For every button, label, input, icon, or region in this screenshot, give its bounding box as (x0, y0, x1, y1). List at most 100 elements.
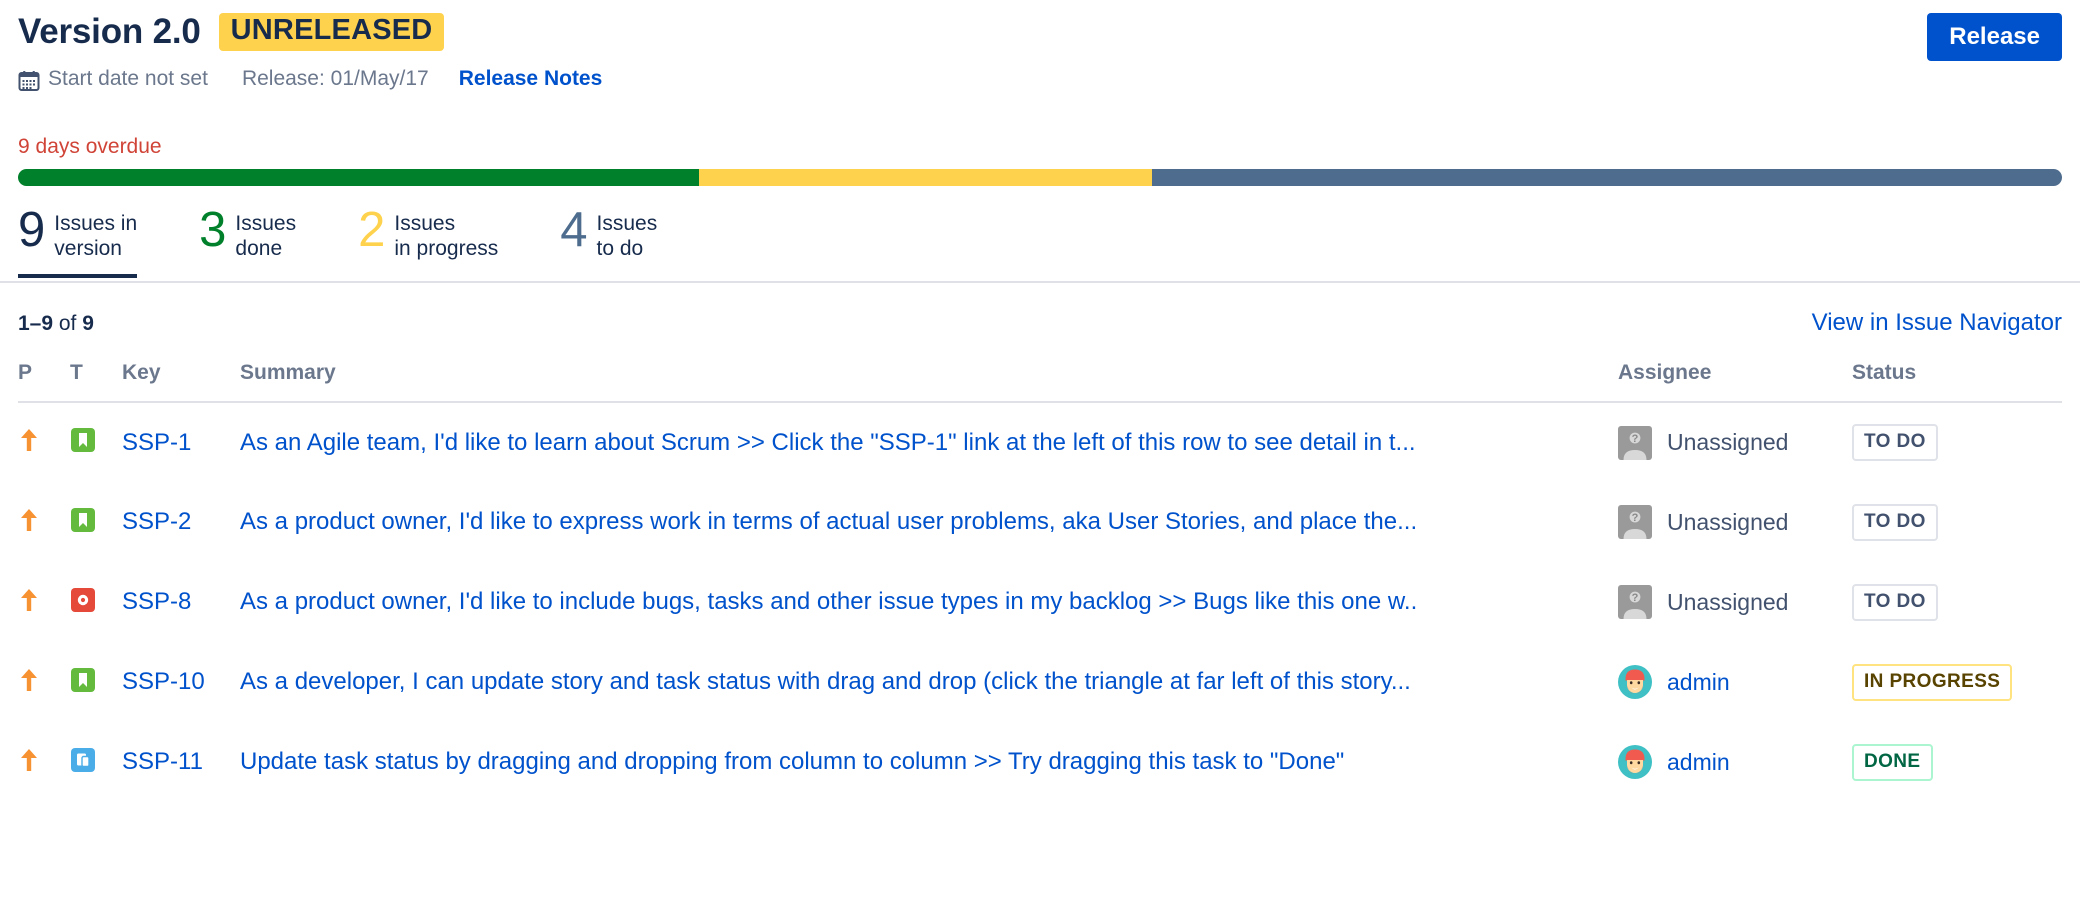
release-notes-link[interactable]: Release Notes (459, 67, 603, 91)
table-row[interactable]: SSP-8 As a product owner, I'd like to inc… (18, 562, 2062, 642)
cell-summary: Update task status by dragging and dropp… (240, 722, 1618, 802)
issues-table-head: P T Key Summary Assignee Status (18, 361, 2062, 402)
progress-section: 9 days overdue (0, 135, 2080, 186)
assignee-name: Unassigned (1667, 429, 1788, 456)
issue-summary-link[interactable]: Update task status by dragging and dropp… (240, 748, 1568, 776)
result-count-range: 1–9 (18, 312, 53, 335)
release-date-text: Release: 01/May/17 (242, 67, 429, 91)
stat-number: 4 (560, 208, 587, 253)
cell-priority (18, 402, 70, 482)
cell-status: IN PROGRESS (1852, 642, 2062, 722)
column-header-type[interactable]: T (70, 361, 122, 402)
unassigned-avatar-icon: ? (1618, 505, 1652, 539)
assignee: admin (1618, 745, 1852, 779)
issue-status-badge[interactable]: DONE (1852, 744, 1933, 781)
release-button[interactable]: Release (1927, 13, 2062, 61)
cell-assignee: admin (1618, 722, 1852, 802)
svg-text:?: ? (1632, 433, 1639, 445)
task-icon (70, 747, 122, 778)
progress-segment-to-do (1152, 169, 2062, 186)
table-row[interactable]: SSP-11 Update task status by dragging and… (18, 722, 2062, 802)
view-in-issue-navigator-link[interactable]: View in Issue Navigator (1812, 309, 2062, 337)
assignee-name[interactable]: admin (1667, 749, 1730, 776)
table-scrollbar[interactable] (2074, 401, 2080, 912)
issue-summary-link[interactable]: As a product owner, I'd like to express … (240, 508, 1568, 536)
cell-type (70, 562, 122, 642)
column-header-summary[interactable]: Summary (240, 361, 1618, 402)
svg-text:?: ? (1632, 592, 1639, 604)
cell-status: TO DO (1852, 482, 2062, 562)
stat-label: Issues to do (597, 208, 658, 262)
title-row: Version 2.0 UNRELEASED (18, 10, 2080, 54)
issue-status-badge[interactable]: TO DO (1852, 584, 1938, 621)
status-badge: UNRELEASED (219, 13, 445, 50)
cell-summary: As a product owner, I'd like to include … (240, 562, 1618, 642)
cell-assignee: admin (1618, 642, 1852, 722)
table-row[interactable]: SSP-1 As an Agile team, I'd like to learn… (18, 402, 2062, 482)
result-count-of: of (53, 312, 82, 335)
cell-summary: As an Agile team, I'd like to learn abou… (240, 402, 1618, 482)
priority-major-up-arrow-icon (18, 587, 70, 618)
stats-divider (0, 281, 2080, 283)
story-icon (70, 427, 122, 458)
issue-key-link[interactable]: SSP-1 (122, 429, 191, 456)
issue-summary-link[interactable]: As a developer, I can update story and t… (240, 668, 1568, 696)
stat-issues-in-version[interactable]: 9Issues in version (18, 208, 137, 278)
start-date-text: Start date not set (48, 67, 208, 91)
issue-key-link[interactable]: SSP-2 (122, 508, 191, 535)
overdue-text: 9 days overdue (18, 135, 2062, 159)
cell-assignee: ? Unassigned (1618, 482, 1852, 562)
issue-key-link[interactable]: SSP-10 (122, 668, 205, 695)
table-header-row: P T Key Summary Assignee Status (18, 361, 2062, 402)
cell-type (70, 722, 122, 802)
priority-major-up-arrow-icon (18, 507, 70, 538)
stat-label: Issues done (235, 208, 296, 262)
meta-row: Start date not set Release: 01/May/17 Re… (18, 64, 2080, 94)
assignee-name: Unassigned (1667, 509, 1788, 536)
cell-summary: As a developer, I can update story and t… (240, 642, 1618, 722)
issue-status-badge[interactable]: TO DO (1852, 424, 1938, 461)
issue-key-link[interactable]: SSP-8 (122, 588, 191, 615)
cell-key: SSP-11 (122, 722, 240, 802)
story-icon (70, 667, 122, 698)
unassigned-avatar-icon: ? (1618, 585, 1652, 619)
bug-icon (70, 587, 122, 618)
table-row[interactable]: SSP-2 As a product owner, I'd like to exp… (18, 482, 2062, 562)
stat-issues-in-progress[interactable]: 2Issues in progress (358, 208, 498, 274)
cell-status: TO DO (1852, 562, 2062, 642)
assignee-name[interactable]: admin (1667, 669, 1730, 696)
column-header-priority[interactable]: P (18, 361, 70, 402)
table-row[interactable]: SSP-10 As a developer, I can update story… (18, 642, 2062, 722)
priority-major-up-arrow-icon (18, 507, 40, 533)
progress-segment-in-progress (699, 169, 1153, 186)
cell-priority (18, 722, 70, 802)
priority-major-up-arrow-icon (18, 587, 40, 613)
stat-issues-to-do[interactable]: 4Issues to do (560, 208, 657, 274)
admin-avatar-icon (1618, 665, 1652, 699)
column-header-status[interactable]: Status (1852, 361, 2062, 402)
result-count-total: 9 (82, 312, 94, 335)
cell-priority (18, 642, 70, 722)
stat-number: 2 (358, 208, 385, 253)
table-toolbar: 1–9 of 9 View in Issue Navigator (18, 309, 2062, 337)
issue-summary-link[interactable]: As a product owner, I'd like to include … (240, 588, 1568, 616)
unassigned-avatar-icon: ? (1618, 426, 1652, 460)
issue-key-link[interactable]: SSP-11 (122, 748, 203, 775)
cell-type (70, 402, 122, 482)
stat-number: 9 (18, 208, 45, 253)
issues-section: 1–9 of 9 View in Issue Navigator P T Key… (0, 309, 2080, 802)
cell-key: SSP-2 (122, 482, 240, 562)
issue-status-badge[interactable]: TO DO (1852, 504, 1938, 541)
cell-key: SSP-10 (122, 642, 240, 722)
stat-issues-done[interactable]: 3Issues done (199, 208, 296, 274)
issues-table: P T Key Summary Assignee Status SSP-1 As … (18, 361, 2062, 802)
issue-summary-link[interactable]: As an Agile team, I'd like to learn abou… (240, 429, 1568, 457)
priority-major-up-arrow-icon (18, 747, 40, 773)
column-header-assignee[interactable]: Assignee (1618, 361, 1852, 402)
issue-status-badge[interactable]: IN PROGRESS (1852, 664, 2012, 701)
cell-priority (18, 482, 70, 562)
column-header-key[interactable]: Key (122, 361, 240, 402)
issue-stats-row: 9Issues in version 3Issues done 2Issues in… (0, 208, 2080, 283)
issues-table-body: SSP-1 As an Agile team, I'd like to learn… (18, 402, 2062, 802)
assignee: ? Unassigned (1618, 426, 1852, 460)
